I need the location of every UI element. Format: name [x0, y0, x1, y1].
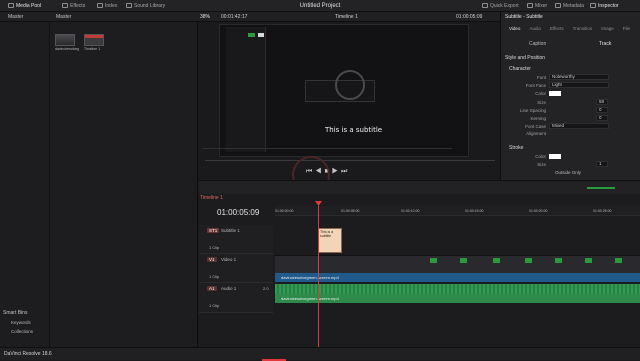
- top-toolbar: Media Pool Effects Index Sound Library U…: [0, 0, 640, 12]
- playhead[interactable]: [318, 201, 319, 347]
- subtab-track[interactable]: Track: [599, 41, 611, 47]
- track-id-badge: A1: [207, 286, 217, 291]
- stroke-size-label: Size: [537, 162, 546, 167]
- timeline-ruler[interactable]: 01:00:00:00 01:00:05:00 01:00:10:00 01:0…: [275, 206, 640, 216]
- mixer-tab[interactable]: Mixer: [527, 3, 547, 9]
- stroke-mode[interactable]: Outside Only: [555, 170, 581, 175]
- ruler-mark: 01:00:25:00: [593, 209, 612, 213]
- edit-page-tab[interactable]: [262, 348, 286, 361]
- character-header[interactable]: Character: [509, 66, 531, 72]
- track-name: Video 1: [221, 257, 237, 262]
- bin-header: Master: [8, 14, 24, 20]
- watermark-logo: [335, 70, 365, 100]
- video-clip-label[interactable]: davinciresolvegreen-screen.mp4: [275, 273, 640, 282]
- font-case-dropdown[interactable]: Mixed: [549, 123, 609, 129]
- font-face-label: Font Face: [525, 83, 546, 88]
- kerning-label: Kerning: [530, 116, 546, 121]
- collections-bin[interactable]: Collections: [11, 329, 33, 334]
- stroke-header[interactable]: Stroke: [509, 145, 523, 151]
- font-dropdown[interactable]: Noteworthy: [549, 74, 609, 80]
- tab-video[interactable]: Video: [509, 26, 520, 31]
- style-position-header[interactable]: Style and Position: [505, 55, 545, 61]
- metadata-tab[interactable]: Metadata: [555, 3, 584, 9]
- clip-count: 1 Clip: [209, 303, 220, 308]
- ruler-mark: 01:00:10:00: [401, 209, 420, 213]
- edit-toolbar: [199, 180, 640, 194]
- tab-file[interactable]: File: [623, 26, 630, 31]
- timeline-thumbnail: [84, 34, 104, 46]
- media-item-timeline[interactable]: Timeline 1: [84, 34, 104, 51]
- video-clip[interactable]: [275, 255, 640, 273]
- track-name: Subtitle 1: [221, 228, 240, 233]
- jog-bar[interactable]: [205, 160, 495, 161]
- content-header: Master: [56, 14, 72, 20]
- clip-count: 1 Clip: [209, 274, 220, 279]
- track-name: Audio 1: [221, 286, 237, 291]
- tab-audio[interactable]: Audio: [529, 26, 541, 31]
- bin-list: [0, 22, 50, 347]
- metadata-icon: [555, 3, 561, 8]
- font-label: Font: [536, 75, 546, 80]
- ruler-mark: 01:00:20:00: [529, 209, 548, 213]
- track-header-audio[interactable]: A1 Audio 1 2.0 1 Clip: [199, 283, 273, 313]
- mixer-icon: [527, 3, 533, 8]
- viewer-canvas[interactable]: This is a subtitle: [202, 24, 469, 157]
- clip-count: 1 Clip: [209, 245, 220, 250]
- inspector-tab[interactable]: Inspector: [590, 3, 619, 9]
- ruler-mark: 01:00:15:00: [465, 209, 484, 213]
- clip-thumbnail: [55, 34, 75, 46]
- quick-export-button[interactable]: Quick Export: [482, 3, 519, 9]
- subtitle-overlay: This is a subtitle: [325, 126, 383, 134]
- app-name: DaVinci Resolve 18.6: [4, 351, 52, 357]
- color-label: Color: [535, 91, 546, 96]
- subtitle-clip[interactable]: This is a subtitle: [318, 228, 342, 253]
- smart-bins-header: Smart Bins: [3, 310, 28, 316]
- ruler-mark: 01:00:05:00: [341, 209, 360, 213]
- track-id-badge: V1: [207, 257, 217, 262]
- alignment-label: Alignment: [525, 131, 546, 136]
- subtab-caption[interactable]: Caption: [529, 41, 546, 47]
- media-pool-panel: davinciresolveg... Timeline 1 Smart Bins…: [0, 22, 198, 347]
- bottom-page-bar: DaVinci Resolve 18.6: [0, 347, 640, 361]
- track-id-badge: ST1: [207, 228, 220, 233]
- inspector-tabs: Video Audio Effects Transition Image Fil…: [509, 26, 630, 31]
- ruler-mark: 01:00:00:00: [275, 209, 294, 213]
- timeline-selector[interactable]: Timeline 1: [335, 14, 358, 20]
- stroke-color-label: Color: [535, 154, 546, 159]
- font-case-label: Font Case: [525, 124, 546, 129]
- timeline-tab[interactable]: Timeline 1: [200, 195, 223, 201]
- inspector-title: Subtitle - Subtitle: [505, 14, 543, 20]
- line-spacing-field[interactable]: 0: [596, 107, 608, 113]
- size-label: Size: [537, 100, 546, 105]
- zoom-level[interactable]: 38%: [200, 14, 210, 20]
- stroke-color-swatch[interactable]: [549, 154, 561, 159]
- audio-clip-label[interactable]: davinciresolvegreen-screen.mp4: [275, 294, 640, 303]
- track-header-video[interactable]: V1 Video 1 1 Clip: [199, 254, 273, 283]
- export-icon: [482, 3, 488, 8]
- timeline-timecode: 01:00:05:09: [217, 208, 260, 217]
- tab-transition[interactable]: Transition: [573, 26, 593, 31]
- volume-slider[interactable]: [587, 187, 615, 189]
- tab-image[interactable]: Image: [601, 26, 614, 31]
- audio-level: 2.0: [263, 286, 269, 291]
- track-header-subtitle[interactable]: ST1 Subtitle 1 1 Clip: [199, 225, 273, 254]
- line-spacing-label: Line Spacing: [519, 108, 546, 113]
- record-timecode: 01:00:05:09: [456, 14, 483, 20]
- media-item-clip[interactable]: davinciresolveg...: [55, 34, 79, 51]
- kerning-field[interactable]: 0: [596, 115, 608, 121]
- keywords-bin[interactable]: Keywords: [11, 320, 31, 325]
- source-timecode: 00:01:42:17: [221, 14, 248, 20]
- stroke-size-field[interactable]: 1: [596, 161, 608, 167]
- tab-effects[interactable]: Effects: [550, 26, 564, 31]
- inspector-icon: [590, 3, 596, 8]
- font-color-swatch[interactable]: [549, 91, 561, 96]
- font-face-dropdown[interactable]: Light: [549, 82, 609, 88]
- size-field[interactable]: 58: [596, 99, 608, 105]
